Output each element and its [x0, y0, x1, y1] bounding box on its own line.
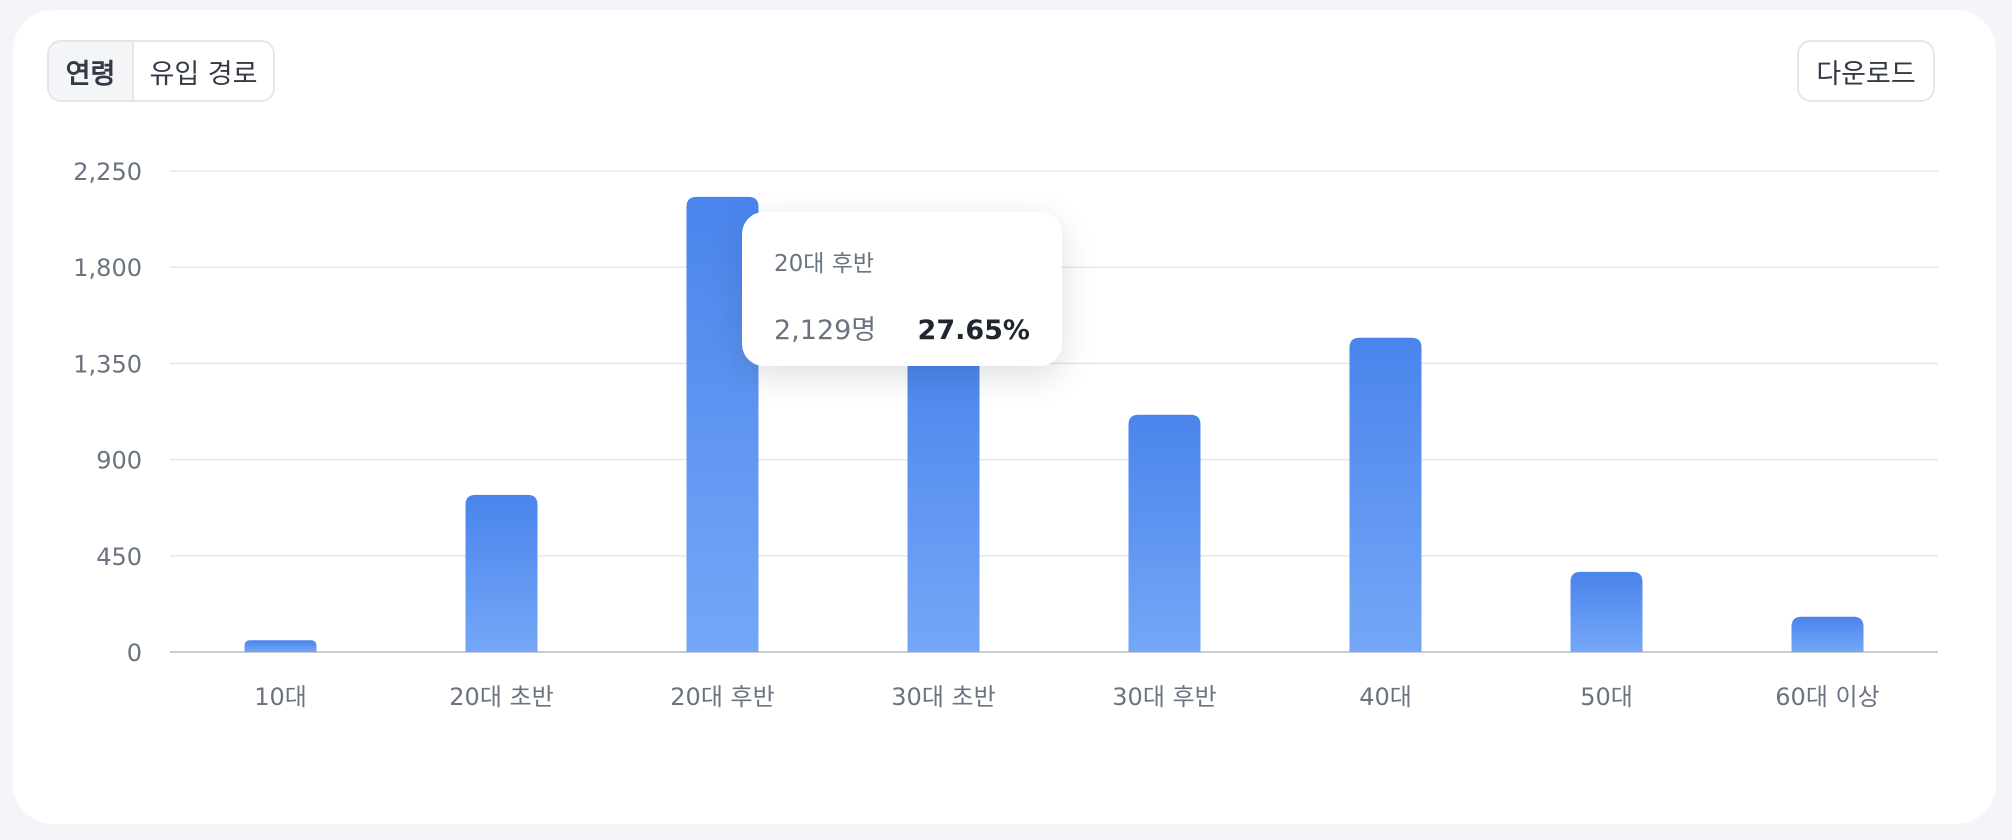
bar-8[interactable]	[1791, 616, 1864, 652]
y-tick-label: 450	[96, 543, 142, 571]
bar-2[interactable]	[465, 494, 538, 652]
x-tick-label: 20대 후반	[670, 683, 774, 711]
y-axis-ticks: 0 450 900 1,350 1,800 2,250	[73, 158, 142, 667]
y-tick-label: 2,250	[73, 158, 142, 186]
x-tick-label: 30대 초반	[891, 683, 995, 711]
y-tick-label: 1,350	[73, 350, 142, 378]
x-tick-label: 30대 후반	[1112, 683, 1216, 711]
age-bar-chart: 0 450 900 1,350 1,800 2,250 10대 20대 초반 20대 후반 30…	[73, 158, 1938, 711]
y-tick-label: 0	[127, 639, 142, 667]
tooltip-category: 20대 후반	[774, 251, 875, 277]
bar-1[interactable]	[244, 640, 317, 652]
x-tick-label: 60대 이상	[1775, 683, 1879, 711]
x-axis-ticks: 10대 20대 초반 20대 후반 30대 초반 30대 후반 40대 50대 60대 이상	[254, 683, 1880, 711]
tooltip-count: 2,129명	[774, 315, 877, 346]
x-tick-label: 10대	[254, 683, 307, 711]
x-tick-label: 50대	[1580, 683, 1633, 711]
y-tick-label: 900	[96, 447, 142, 475]
x-tick-label: 20대 초반	[449, 683, 553, 711]
x-tick-label: 40대	[1359, 683, 1412, 711]
view-toggle: 연령 유입 경로	[47, 40, 275, 102]
tab-age[interactable]: 연령	[49, 42, 134, 100]
bar-4[interactable]	[907, 337, 980, 652]
bar-5[interactable]	[1128, 414, 1201, 652]
tooltip-percent: 27.65%	[917, 315, 1030, 346]
download-button[interactable]: 다운로드	[1797, 40, 1935, 102]
tab-traffic-source[interactable]: 유입 경로	[134, 42, 273, 100]
bar-6[interactable]	[1349, 337, 1422, 652]
bar-7[interactable]	[1570, 571, 1643, 652]
bar-tooltip: 20대 후반 2,129명 27.65%	[742, 212, 1062, 366]
y-tick-label: 1,800	[73, 254, 142, 282]
